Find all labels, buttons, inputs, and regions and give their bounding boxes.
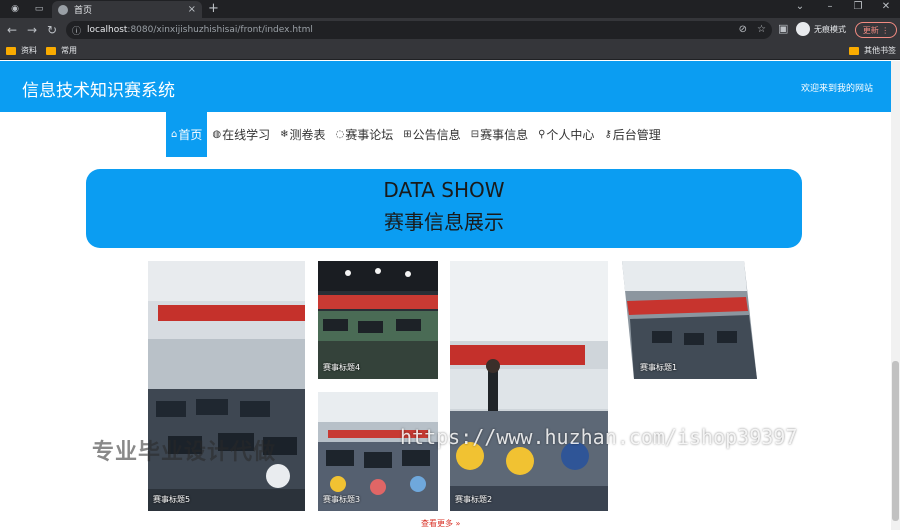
profile-label: 无痕模式 [814, 24, 846, 34]
nav-item-test-papers[interactable]: ❄ 测卷表 [275, 112, 330, 157]
bookmark-star-icon[interactable]: ☆ [757, 24, 766, 35]
update-button[interactable]: 更新 ⋮ [855, 22, 897, 38]
watermark-text-left: 专业毕业设计代做 [92, 440, 277, 465]
gallery-card[interactable]: 赛事标题2 [450, 261, 608, 511]
user-icon: ⚲ [538, 129, 546, 140]
incognito-profile[interactable]: 无痕模式 [796, 22, 846, 36]
grid-icon: ⊞ [403, 129, 412, 140]
nav-item-forum[interactable]: ◌ 赛事论坛 [331, 112, 399, 157]
nav-item-label: 公告信息 [412, 128, 461, 142]
globe-icon [58, 4, 68, 15]
nav-item-announcements[interactable]: ⊞ 公告信息 [398, 112, 465, 157]
tab-search-icon[interactable]: ◉ [6, 2, 24, 16]
page-viewport: 信息技术知识赛系统 欢迎来到我的网站 ⌂ 首页 ◍ 在线学习 ❄ 测卷表 ◌ 赛… [0, 61, 891, 530]
other-bookmarks[interactable]: 其他书签 [849, 45, 896, 56]
window-close-button[interactable]: ✕ [876, 1, 896, 12]
other-bookmarks-label: 其他书签 [864, 46, 896, 55]
bookmark-folder-1[interactable]: 资料 [6, 45, 37, 56]
main-nav: ⌂ 首页 ◍ 在线学习 ❄ 测卷表 ◌ 赛事论坛 ⊞ 公告信息 ⊟ 赛事信息 ⚲… [166, 112, 666, 157]
close-icon[interactable]: × [188, 4, 196, 15]
book-icon: ⊟ [470, 129, 480, 140]
bookmark-folder-2[interactable]: 常用 [46, 45, 77, 56]
bookmark-label: 常用 [61, 46, 77, 55]
card-caption: 赛事标题5 [153, 495, 191, 504]
home-icon: ⌂ [171, 129, 178, 140]
card-caption: 赛事标题4 [323, 363, 361, 372]
nav-item-label: 测卷表 [289, 128, 326, 142]
nav-item-personal-center[interactable]: ⚲ 个人中心 [533, 112, 599, 157]
data-show-banner: DATA SHOW 赛事信息展示 [86, 169, 802, 248]
folder-icon [46, 46, 56, 55]
info-icon[interactable]: ⓘ [72, 24, 81, 37]
nav-item-label: 在线学习 [222, 128, 271, 142]
gallery-card[interactable]: 赛事标题4 [318, 261, 438, 379]
banner-title-cn: 赛事信息展示 [384, 210, 504, 234]
nav-item-label: 赛事论坛 [345, 128, 394, 142]
bookmark-label: 资料 [21, 46, 37, 55]
extension-blocked-icon[interactable]: ⊘ [739, 24, 747, 35]
sidebar-toggle-icon[interactable]: ▣ [778, 22, 788, 35]
site-title: 信息技术知识赛系统 [22, 81, 175, 101]
competition-photo [148, 261, 305, 511]
browser-tab-strip: ◉ ▭ 首页 × + ⌄ – ❐ ✕ [0, 0, 900, 18]
link-icon: ⚷ [604, 129, 612, 140]
page-scrollbar[interactable] [891, 61, 900, 530]
forward-button[interactable]: → [24, 22, 40, 38]
card-caption: 赛事标题1 [640, 363, 678, 372]
back-button[interactable]: ← [4, 22, 20, 38]
reload-button[interactable]: ↻ [44, 22, 60, 38]
folder-icon [849, 46, 859, 55]
update-label: 更新 [862, 25, 879, 35]
chat-icon: ◌ [335, 129, 345, 140]
nav-item-label: 赛事信息 [480, 128, 529, 142]
nav-item-competition-info[interactable]: ⊟ 赛事信息 [466, 112, 533, 157]
globe-icon: ◍ [212, 129, 222, 140]
browser-tab-active[interactable]: 首页 × [52, 1, 202, 18]
url-host: localhost [87, 25, 128, 35]
incognito-icon [796, 22, 810, 36]
bookmarks-bar: 资料 常用 其他书签 [0, 42, 900, 60]
minimize-button[interactable]: – [820, 1, 840, 12]
competition-photo [450, 261, 608, 511]
gallery-card[interactable]: 赛事标题3 [318, 392, 438, 511]
snowflake-icon: ❄ [280, 129, 289, 140]
folder-icon [6, 46, 16, 55]
url-path: :8080/xinxijishuzhishisai/front/index.ht… [127, 25, 313, 35]
address-bar[interactable]: ⓘ localhost :8080/xinxijishuzhishisai/fr… [66, 21, 772, 39]
restore-button[interactable]: ❐ [848, 1, 868, 12]
card-caption: 赛事标题3 [323, 495, 361, 504]
nav-item-admin[interactable]: ⚷ 后台管理 [599, 112, 665, 157]
welcome-text: 欢迎来到我的网站 [800, 84, 873, 94]
scrollbar-thumb[interactable] [892, 361, 899, 521]
nav-item-label: 后台管理 [612, 128, 661, 142]
nav-item-home[interactable]: ⌂ 首页 [166, 112, 208, 157]
nav-item-label: 个人中心 [546, 128, 595, 142]
view-more-link[interactable]: 查看更多 » [421, 518, 460, 529]
gallery-card[interactable]: 赛事标题5 [148, 261, 305, 511]
browser-toolbar: ← → ↻ ⓘ localhost :8080/xinxijishuzhishi… [0, 18, 900, 42]
gallery-card[interactable]: 赛事标题1 [622, 261, 757, 379]
chevron-down-icon[interactable]: ⌄ [790, 1, 810, 12]
tab-title: 首页 [74, 6, 93, 16]
nav-item-online-learning[interactable]: ◍ 在线学习 [207, 112, 275, 157]
site-header: 信息技术知识赛系统 欢迎来到我的网站 [0, 61, 891, 112]
watermark-text-right: https://www.huzhan.com/ishop39397 [400, 425, 798, 449]
nav-item-label: 首页 [178, 128, 203, 142]
card-caption: 赛事标题2 [455, 495, 493, 504]
tab-window-icon[interactable]: ▭ [30, 2, 48, 16]
banner-title-en: DATA SHOW [383, 178, 505, 202]
new-tab-button[interactable]: + [208, 1, 219, 16]
